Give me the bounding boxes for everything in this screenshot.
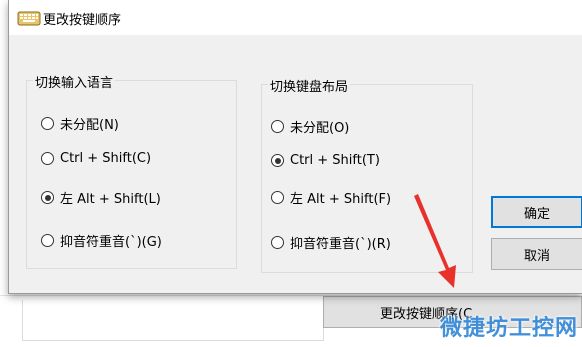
radio-input-left-alt-shift[interactable]: 左 Alt + Shift(L) <box>41 188 161 207</box>
watermark: 微捷坊工控网 <box>439 316 578 341</box>
radio-label: 未分配(N) <box>60 118 119 133</box>
radio-label: 抑音符重音(`)(R) <box>290 237 391 252</box>
radio-input-unassigned[interactable]: 未分配(N) <box>41 114 119 133</box>
radio-button-icon[interactable] <box>271 120 284 133</box>
radio-input-ctrl-shift[interactable]: Ctrl + Shift(C) <box>41 151 151 166</box>
radio-button-checked-icon[interactable] <box>271 154 284 167</box>
ok-label: 确定 <box>523 206 550 222</box>
dialog-title: 更改按键顺序 <box>43 13 122 28</box>
radio-label: 左 Alt + Shift(L) <box>60 192 161 207</box>
radio-button-icon[interactable] <box>271 191 284 204</box>
radio-button-icon[interactable] <box>41 152 54 165</box>
input-language-legend: 切换输入语言 <box>33 72 116 91</box>
radio-input-grave-accent[interactable]: 抑音符重音(`)(G) <box>41 231 162 250</box>
radio-button-checked-icon[interactable] <box>41 191 54 204</box>
radio-label: Ctrl + Shift(C) <box>60 151 152 166</box>
radio-layout-left-alt-shift[interactable]: 左 Alt + Shift(F) <box>271 188 391 207</box>
background-list-area <box>22 300 324 341</box>
radio-button-icon[interactable] <box>41 234 54 247</box>
keyboard-icon <box>17 8 41 28</box>
radio-button-icon[interactable] <box>41 117 54 130</box>
cancel-button[interactable]: 取消 <box>491 238 582 270</box>
ok-button[interactable]: 确定 <box>491 196 582 228</box>
cancel-label: 取消 <box>523 248 550 264</box>
radio-layout-unassigned[interactable]: 未分配(O) <box>271 117 349 136</box>
radio-layout-ctrl-shift[interactable]: Ctrl + Shift(T) <box>271 153 380 168</box>
title-bar: 更改按键顺序 <box>9 0 582 35</box>
change-key-sequence-dialog: 更改按键顺序 切换输入语言 未分配(N) Ctrl + Shift(C) 左 A… <box>8 0 582 294</box>
radio-label: 左 Alt + Shift(F) <box>290 192 392 207</box>
radio-label: 未分配(O) <box>290 121 350 136</box>
radio-button-icon[interactable] <box>271 236 284 249</box>
keyboard-layout-legend: 切换键盘布局 <box>268 76 351 95</box>
radio-label: 抑音符重音(`)(G) <box>60 235 162 250</box>
radio-label: Ctrl + Shift(T) <box>290 153 380 168</box>
radio-layout-grave-accent[interactable]: 抑音符重音(`)(R) <box>271 233 391 252</box>
